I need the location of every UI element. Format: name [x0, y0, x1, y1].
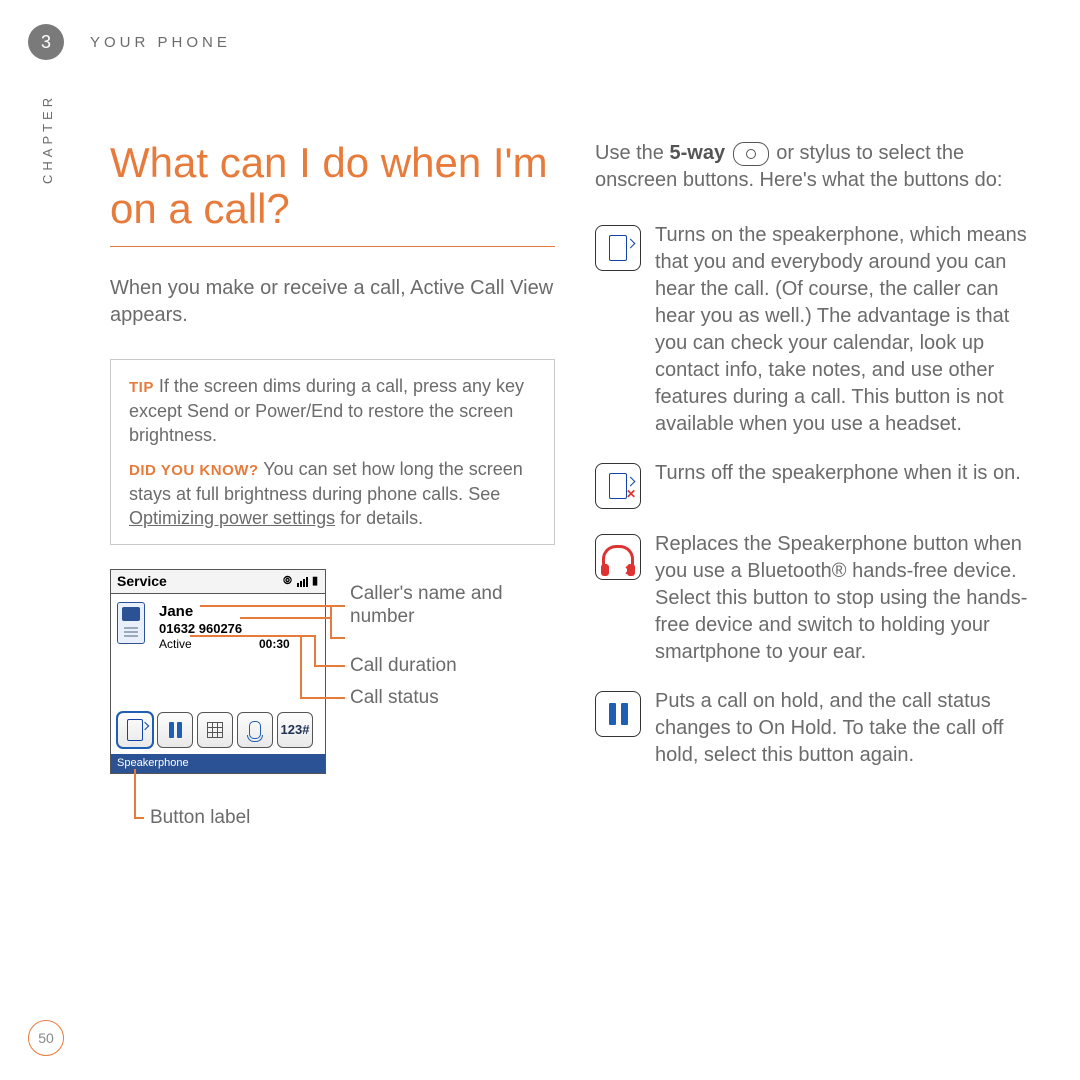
title-rule [110, 246, 555, 247]
button-desc-row: Turns off the speakerphone when it is on… [595, 460, 1040, 509]
mic-icon [249, 721, 261, 739]
left-column: What can I do when I'm on a call? When y… [110, 140, 555, 1010]
speakerphone-on-icon [609, 235, 627, 261]
callout-status: Call status [350, 687, 439, 710]
hold-iconbox [595, 691, 641, 737]
callout-caller-name: Caller's name and number [350, 583, 530, 629]
bluetooth-cancel-iconbox: ✕ [595, 534, 641, 580]
callout-line [190, 635, 300, 637]
extra-digits-button[interactable]: 123# [277, 712, 313, 748]
service-label: Service [117, 572, 167, 591]
callout-line [300, 635, 302, 697]
hold-desc: Puts a call on hold, and the call status… [655, 688, 1040, 769]
mute-button[interactable] [237, 712, 273, 748]
dialpad-button[interactable] [197, 712, 233, 748]
button-desc-row: ✕ Replaces the Speakerphone button when … [595, 531, 1040, 666]
screenshot-footer: Speakerphone [111, 754, 325, 773]
callout-line [200, 605, 345, 607]
speakerphone-off-icon [609, 473, 627, 499]
chapter-rail: CHAPTER [40, 64, 55, 184]
callout-line [330, 605, 332, 637]
callout-line [240, 617, 330, 619]
tip-text: If the screen dims during a call, press … [129, 376, 524, 445]
button-desc-row: Turns on the speakerphone, which means t… [595, 222, 1040, 438]
lead-text: Use the 5-way or stylus to select the on… [595, 140, 1040, 194]
speakerphone-icon [127, 719, 143, 741]
optimizing-power-link[interactable]: Optimizing power settings [129, 508, 335, 528]
tip-label: TIP [129, 379, 154, 396]
callout-line [314, 635, 316, 665]
callout-line [134, 769, 136, 817]
speakerphone-on-iconbox [595, 225, 641, 271]
callout-line [314, 665, 345, 667]
running-head: YOUR PHONE [90, 34, 231, 51]
page-title: What can I do when I'm on a call? [110, 140, 555, 232]
screenshot: Service ⦾ ▮ Jane 01632 960276 Active 00:… [110, 569, 326, 774]
five-way-label: 5-way [669, 142, 725, 164]
headphones-icon: ✕ [602, 545, 634, 570]
did-you-know-label: DID YOU KNOW? [129, 462, 259, 479]
battery-icon: ▮ [312, 574, 319, 589]
chapter-number-badge: 3 [28, 24, 64, 60]
callout-line [330, 637, 345, 639]
right-column: Use the 5-way or stylus to select the on… [595, 140, 1040, 1010]
speakerphone-on-desc: Turns on the speakerphone, which means t… [655, 222, 1040, 438]
signal-icon [297, 577, 308, 587]
hold-button[interactable] [157, 712, 193, 748]
callout-button-label: Button label [150, 807, 250, 830]
callout-duration: Call duration [350, 655, 457, 678]
active-call-figure: Service ⦾ ▮ Jane 01632 960276 Active 00:… [110, 569, 555, 869]
screenshot-button-row: 123# [111, 706, 325, 754]
screenshot-titlebar: Service ⦾ ▮ [111, 570, 325, 594]
x-icon: ✕ [624, 562, 635, 580]
speakerphone-button[interactable] [117, 712, 153, 748]
tip-box: TIP If the screen dims during a call, pr… [110, 359, 555, 545]
pause-icon [169, 722, 182, 738]
caller-photo-icon [117, 602, 145, 644]
bluetooth-icon: ⦾ [283, 574, 293, 589]
status-icons: ⦾ ▮ [283, 574, 319, 589]
dyk-text-after: for details. [335, 508, 423, 528]
intro-text: When you make or receive a call, Active … [110, 275, 555, 329]
speakerphone-off-iconbox [595, 463, 641, 509]
hold-icon [609, 703, 628, 725]
speakerphone-off-desc: Turns off the speakerphone when it is on… [655, 460, 1040, 509]
button-desc-row: Puts a call on hold, and the call status… [595, 688, 1040, 769]
page-number-badge: 50 [28, 1020, 64, 1056]
five-way-icon [733, 142, 769, 166]
bluetooth-cancel-desc: Replaces the Speakerphone button when yo… [655, 531, 1040, 666]
callout-line [300, 697, 345, 699]
call-status: Active [159, 636, 192, 652]
callout-line [134, 817, 144, 819]
call-duration: 00:30 [259, 636, 290, 652]
dialpad-icon [207, 722, 223, 738]
